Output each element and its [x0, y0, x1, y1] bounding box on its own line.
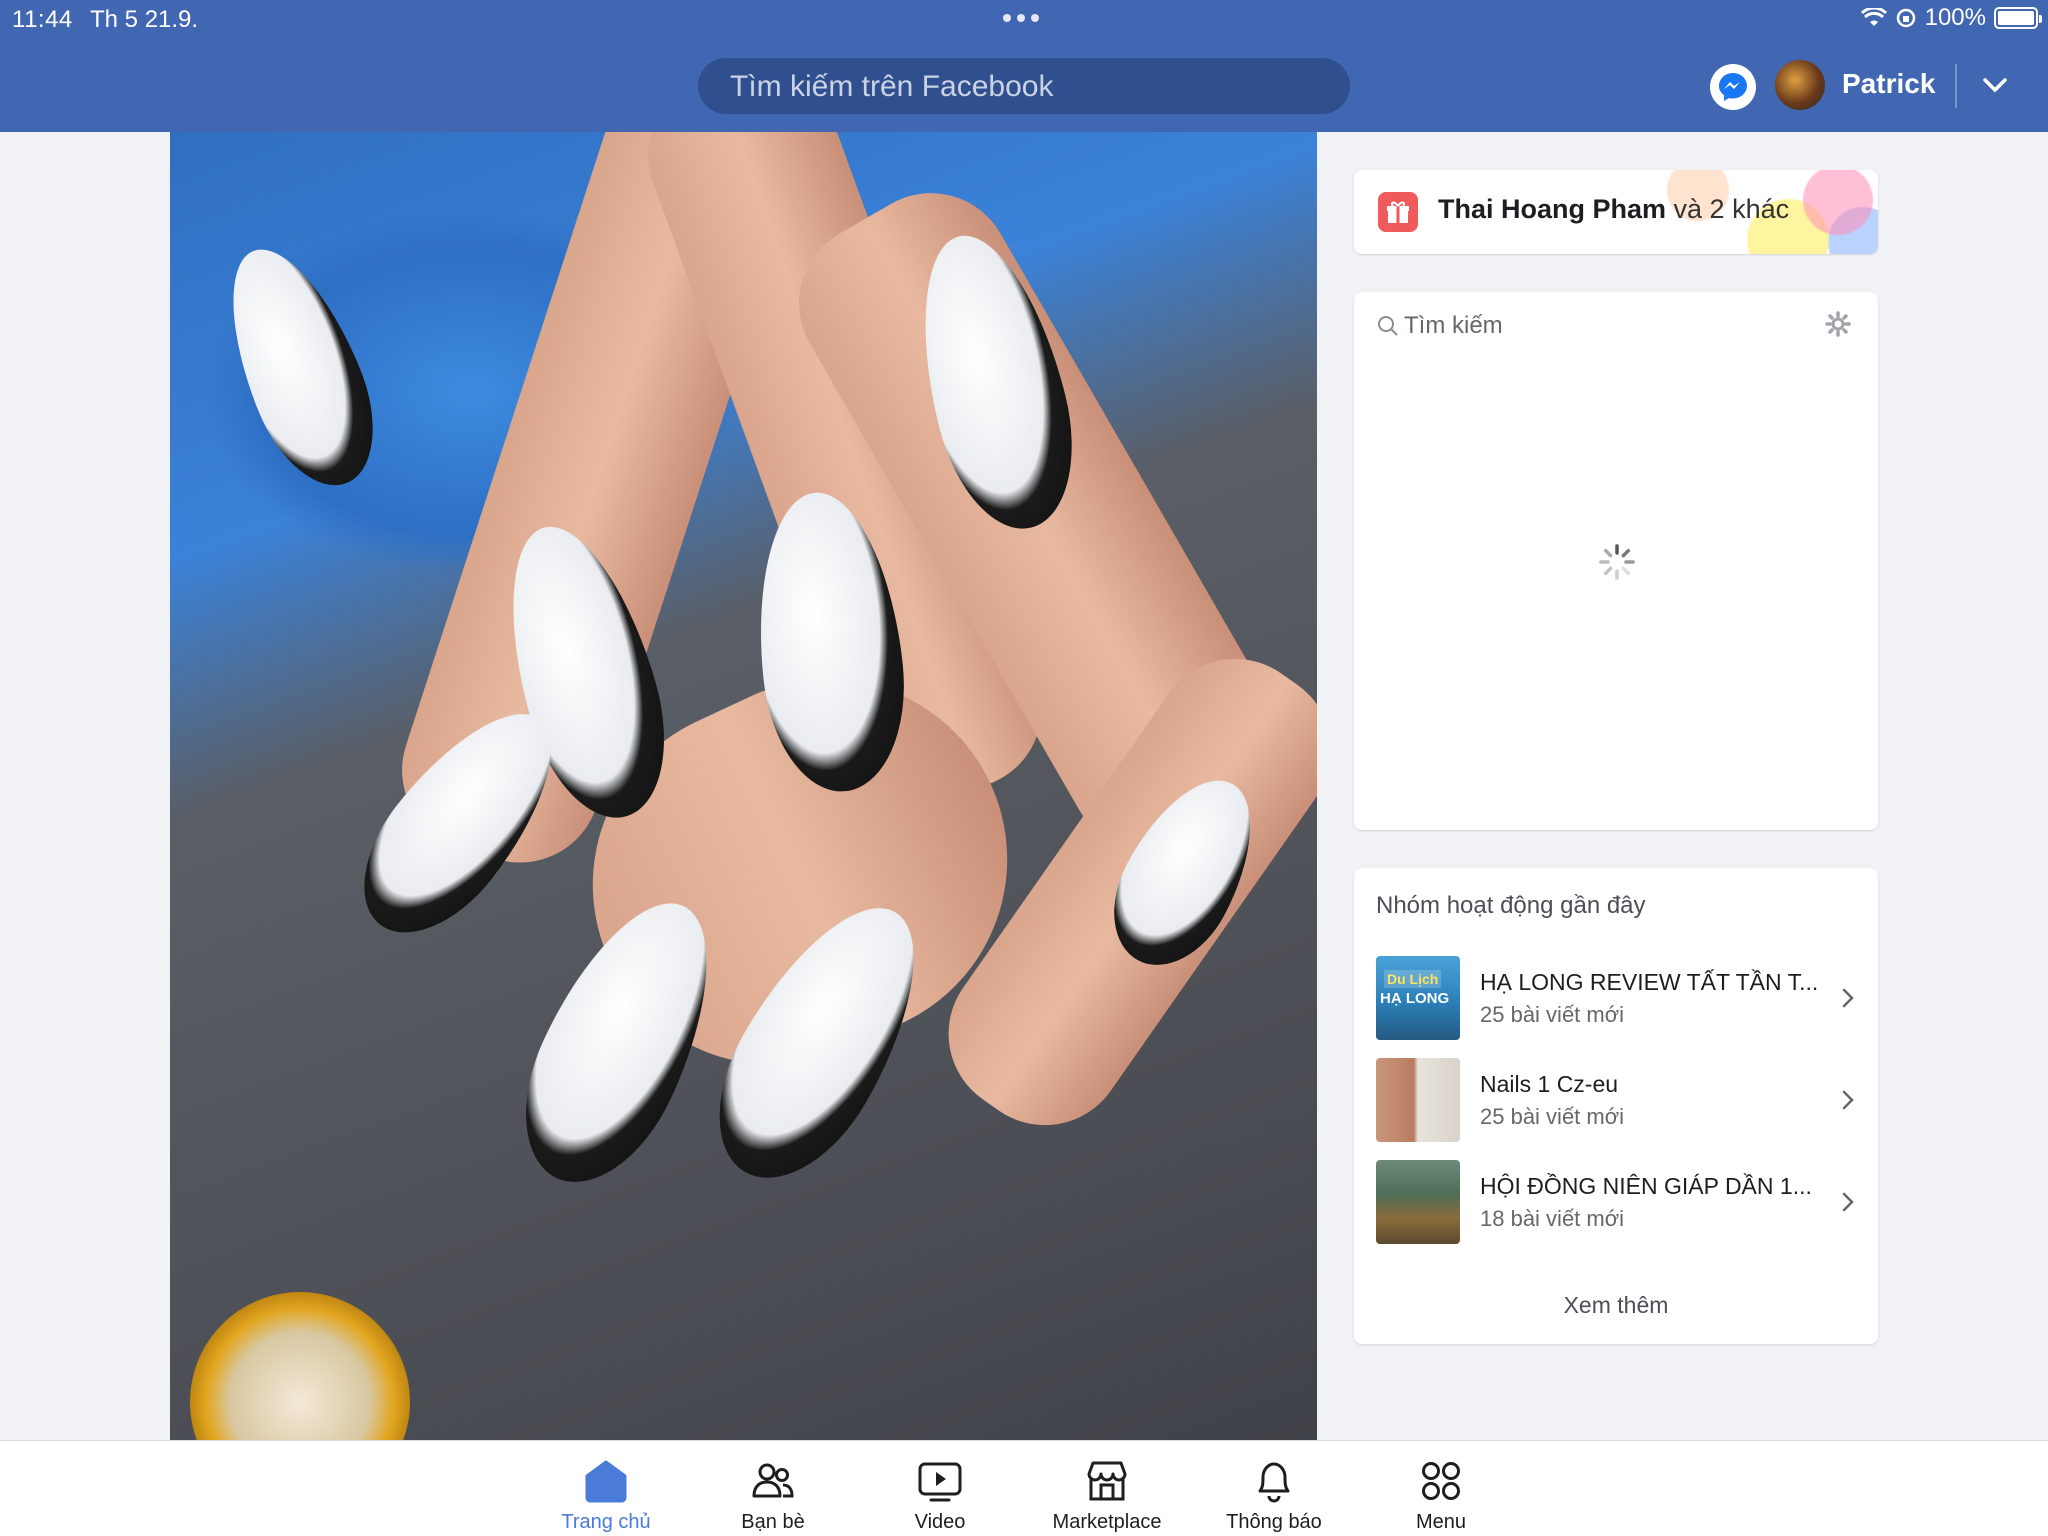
- tab-home[interactable]: Trang chủ: [536, 1441, 676, 1536]
- battery-icon: [1994, 7, 2042, 29]
- status-time: 11:44: [12, 6, 73, 33]
- tab-label: Menu: [1415, 1511, 1467, 1533]
- chevron-right-icon: [1842, 988, 1854, 1008]
- group-thumbnail: [1376, 1058, 1460, 1142]
- tab-menu[interactable]: Menu: [1371, 1441, 1511, 1536]
- group-name: HẠ LONG REVIEW TẤT TẦN T...: [1480, 968, 1819, 995]
- birthday-person[interactable]: Thai Hoang Pham: [1438, 194, 1666, 224]
- search-icon: [1378, 316, 1398, 336]
- see-more-link[interactable]: Xem thêm: [1354, 1292, 1878, 1319]
- video-icon: [918, 1462, 962, 1502]
- post-photo[interactable]: [170, 132, 1317, 1440]
- tab-label: Marketplace: [1052, 1511, 1162, 1533]
- chevron-down-icon[interactable]: [1980, 70, 2010, 100]
- birthday-text: Thai Hoang Pham và 2 khác: [1438, 194, 1789, 225]
- group-post-count: 25 bài viết mới: [1480, 1001, 1625, 1027]
- tab-label: Thông báo: [1226, 1511, 1322, 1533]
- bell-icon: [1258, 1462, 1290, 1503]
- status-date: Th 5 21.9.: [90, 6, 199, 33]
- chevron-right-icon: [1842, 1090, 1854, 1110]
- multitasking-dots[interactable]: [1003, 14, 1039, 22]
- gift-icon: [1378, 192, 1418, 232]
- recent-groups-title: Nhóm hoạt động gần đây: [1376, 892, 1646, 919]
- tab-label: Trang chủ: [561, 1511, 651, 1533]
- tab-video[interactable]: Video: [870, 1441, 1010, 1536]
- friends-icon: [752, 1463, 794, 1498]
- status-indicators: 100%: [1860, 4, 2042, 32]
- group-name: Nails 1 Cz-eu: [1480, 1070, 1619, 1097]
- group-post-count: 25 bài viết mới: [1480, 1103, 1625, 1129]
- chevron-right-icon: [1842, 1192, 1854, 1212]
- tab-friends[interactable]: Bạn bè: [703, 1441, 843, 1536]
- header-divider: [1955, 64, 1957, 108]
- birthday-card[interactable]: Thai Hoang Pham và 2 khác: [1354, 170, 1878, 254]
- tab-label: Bạn bè: [741, 1511, 805, 1533]
- avatar[interactable]: [1775, 60, 1825, 110]
- menu-grid-icon: [1422, 1462, 1460, 1500]
- page-logo-badge: [190, 1292, 410, 1440]
- loading-spinner-icon: [1599, 544, 1635, 580]
- bottom-tab-bar: Trang chủ Bạn bè Video Marketplace Thông…: [0, 1440, 2048, 1536]
- group-thumbnail: Du Lịch HẠ LONG: [1376, 956, 1460, 1040]
- tab-notifications[interactable]: Thông báo: [1204, 1441, 1344, 1536]
- search-placeholder: Tìm kiếm trên Facebook: [730, 70, 1054, 103]
- battery-fill: [1998, 11, 2034, 25]
- profile-name[interactable]: Patrick: [1842, 68, 1935, 100]
- top-bar: 11:44 Th 5 21.9. 100% Tìm kiếm trên Face…: [0, 0, 2048, 132]
- birthday-others: và 2 khác: [1666, 194, 1790, 224]
- recent-groups-card: Nhóm hoạt động gần đây Du Lịch HẠ LONG H…: [1354, 868, 1878, 1344]
- contacts-search-input[interactable]: Tìm kiếm: [1376, 312, 1503, 340]
- battery-percent: 100%: [1924, 4, 1986, 31]
- wifi-icon: [1860, 8, 1887, 26]
- home-icon: [585, 1460, 627, 1503]
- group-post-count: 18 bài viết mới: [1480, 1205, 1625, 1231]
- facebook-search-input[interactable]: Tìm kiếm trên Facebook: [698, 58, 1350, 114]
- group-name: HỘI ĐỒNG NIÊN GIÁP DẦN 1...: [1480, 1172, 1812, 1199]
- contacts-search-placeholder: Tìm kiếm: [1404, 312, 1503, 339]
- tab-marketplace[interactable]: Marketplace: [1037, 1441, 1177, 1536]
- tab-label: Video: [914, 1511, 966, 1533]
- group-thumbnail: [1376, 1160, 1460, 1244]
- group-item-ha-long[interactable]: Du Lịch HẠ LONG HẠ LONG REVIEW TẤT TẦN T…: [1376, 956, 1860, 1040]
- group-item-niengiap[interactable]: HỘI ĐỒNG NIÊN GIÁP DẦN 1... 18 bài viết …: [1376, 1160, 1860, 1244]
- group-item-nails[interactable]: Nails 1 Cz-eu 25 bài viết mới: [1376, 1058, 1860, 1142]
- rotation-lock-icon: [1896, 8, 1915, 28]
- messenger-icon[interactable]: [1710, 64, 1756, 110]
- thumbnail-caption: Du Lịch: [1384, 970, 1442, 988]
- thumbnail-caption: HẠ LONG: [1380, 990, 1450, 1007]
- contacts-card: Tìm kiếm: [1354, 292, 1878, 830]
- marketplace-icon: [1087, 1461, 1127, 1501]
- gear-icon[interactable]: [1824, 310, 1852, 338]
